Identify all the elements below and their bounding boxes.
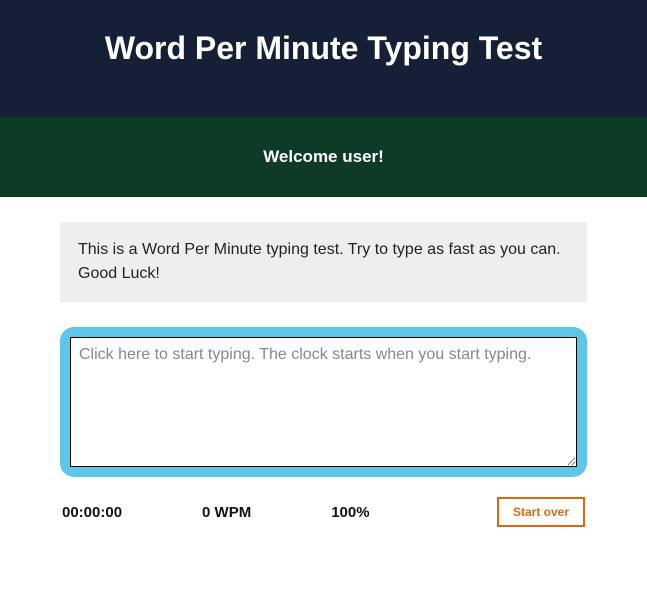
instructions-panel: This is a Word Per Minute typing test. T… [60, 222, 587, 302]
accuracy-value: 100% [331, 504, 369, 521]
main-content: This is a Word Per Minute typing test. T… [0, 197, 647, 557]
typing-input[interactable] [70, 337, 577, 467]
start-over-button[interactable]: Start over [497, 497, 585, 527]
wpm-value: 0 WPM [202, 504, 251, 521]
welcome-bar: Welcome user! [0, 117, 647, 197]
typing-wrapper [60, 327, 587, 477]
stats-row: 00:00:00 0 WPM 100% Start over [60, 497, 587, 527]
page-title: Word Per Minute Typing Test [20, 30, 627, 67]
app-header: Word Per Minute Typing Test [0, 0, 647, 117]
stat-group: 00:00:00 0 WPM 100% [62, 504, 370, 521]
welcome-message: Welcome user! [263, 147, 384, 166]
instructions-text: This is a Word Per Minute typing test. T… [78, 241, 561, 282]
timer-value: 00:00:00 [62, 504, 122, 521]
